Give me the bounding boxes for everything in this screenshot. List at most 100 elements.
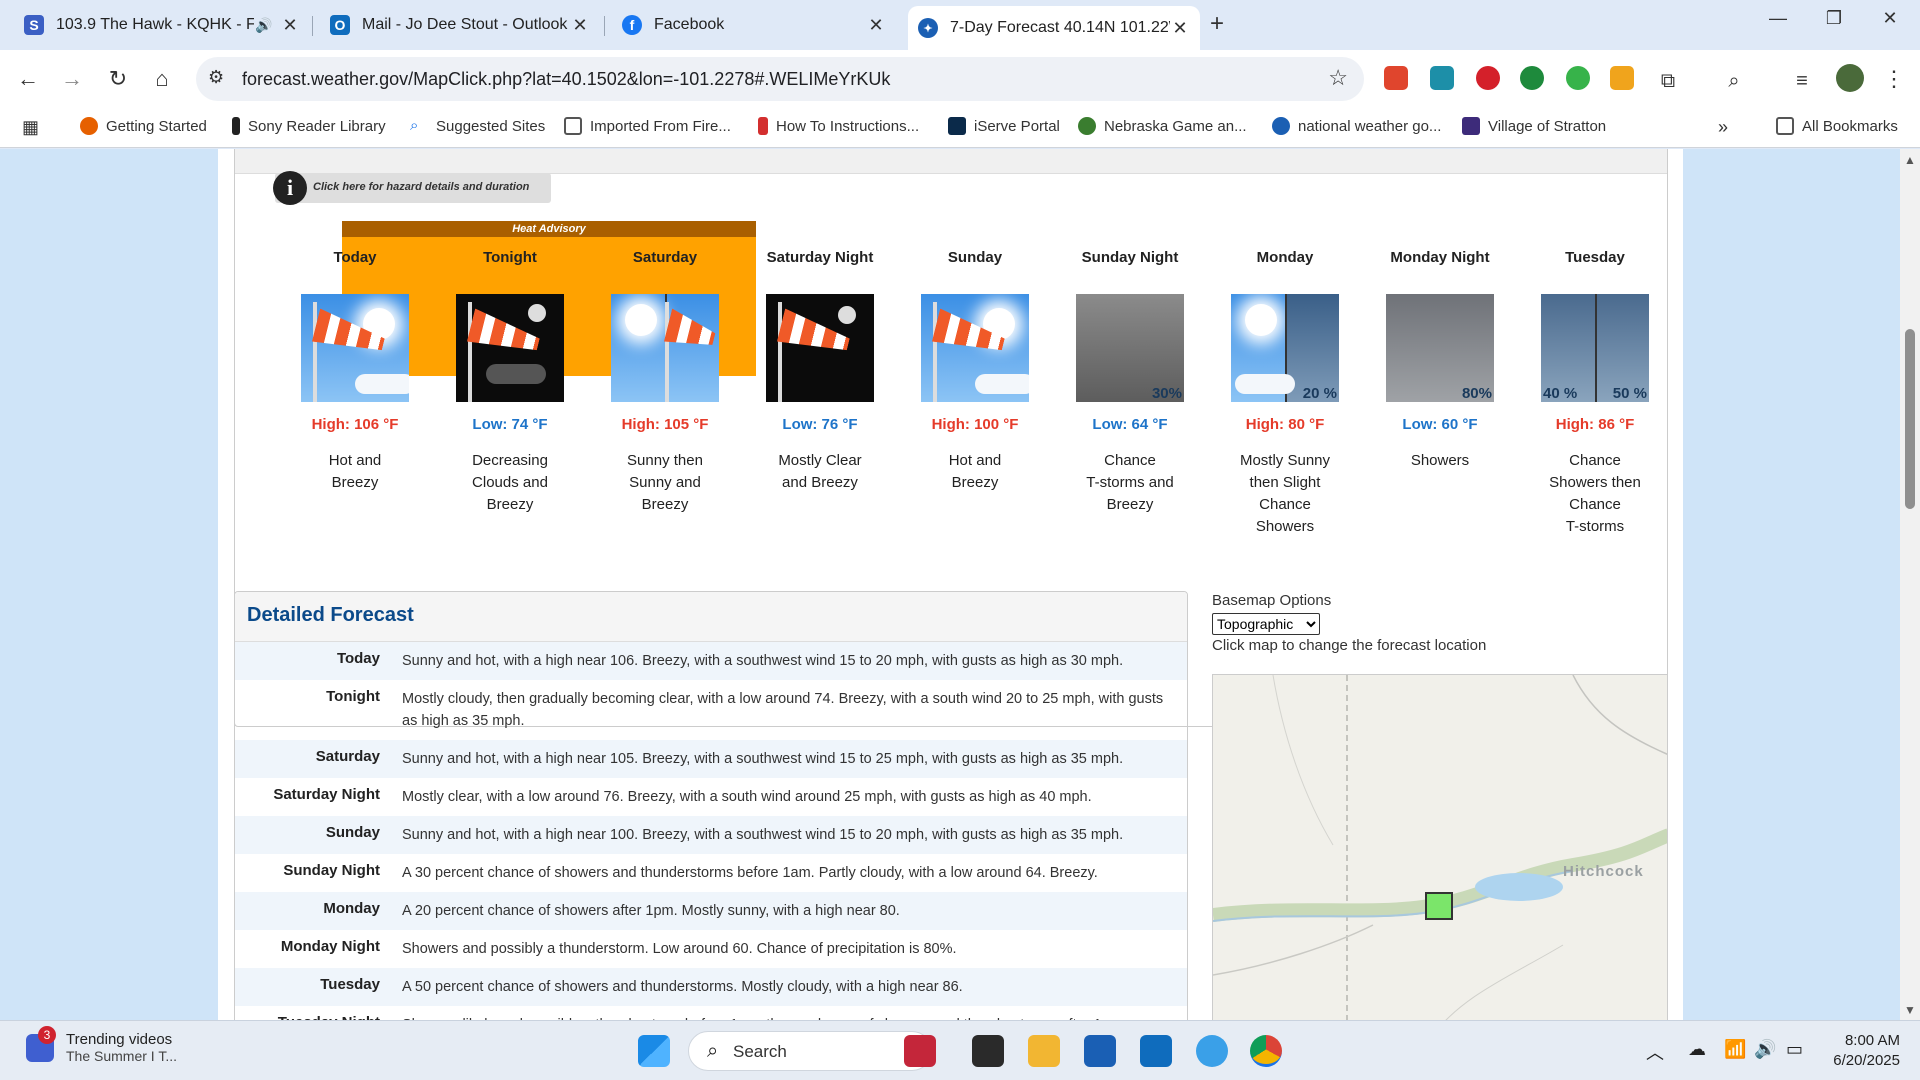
back-icon[interactable]: ← xyxy=(10,62,46,96)
scroll-down-icon[interactable]: ▼ xyxy=(1904,1003,1916,1017)
hot-breezy-icon xyxy=(921,294,1029,402)
close-window-icon[interactable]: ✕ xyxy=(1870,8,1910,29)
forecast-period[interactable]: Saturday Night Low: 76 °F Mostly Clear an… xyxy=(750,248,890,494)
close-tab-icon[interactable]: ✕ xyxy=(1170,18,1190,39)
extension-icon[interactable] xyxy=(1566,66,1590,90)
apps-grid-icon[interactable]: ▦ xyxy=(22,117,39,138)
period-temperature: High: 105 °F xyxy=(621,416,709,433)
bookmark-item[interactable]: Village of Stratton xyxy=(1462,117,1606,135)
forecast-period[interactable]: Sunday Night 30% Low: 64 °F Chance T-stor… xyxy=(1060,248,1200,516)
close-tab-icon[interactable]: ✕ xyxy=(280,15,300,36)
showers-icon: 80% xyxy=(1386,294,1494,402)
clock-date: 6/20/2025 xyxy=(1833,1052,1900,1069)
task-view-icon[interactable] xyxy=(972,1035,1004,1067)
tab-facebook[interactable]: f Facebook ✕ xyxy=(612,6,896,44)
forecast-period[interactable]: Monday Night 80% Low: 60 °F Showers xyxy=(1370,248,1510,472)
forecast-period[interactable]: Monday 20 % High: 80 °F Mostly Sunny then… xyxy=(1215,248,1355,538)
bookmark-label: Suggested Sites xyxy=(436,117,546,135)
store-icon[interactable] xyxy=(1084,1035,1116,1067)
new-tab-icon[interactable]: + xyxy=(1210,10,1224,38)
widget-badge: 3 xyxy=(38,1025,56,1044)
forecast-period[interactable]: Sunday High: 100 °F Hot and Breezy xyxy=(905,248,1045,494)
tab-radio-station[interactable]: S 103.9 The Hawk - KQHK - Fi 🔊 ✕ xyxy=(14,6,310,44)
address-bar[interactable]: ⚙ forecast.weather.gov/MapClick.php?lat=… xyxy=(196,57,1364,101)
restore-icon[interactable]: ❐ xyxy=(1814,8,1854,29)
more-bookmarks-icon[interactable]: » xyxy=(1718,117,1728,138)
profile-avatar[interactable] xyxy=(1836,64,1864,92)
reader-icon xyxy=(232,117,240,135)
bookmark-label: Sony Reader Library xyxy=(248,117,386,135)
bookmark-item[interactable]: How To Instructions... xyxy=(758,117,919,135)
forecast-location-marker[interactable] xyxy=(1425,892,1453,920)
volume-icon[interactable]: 🔊 xyxy=(1754,1039,1776,1060)
bookmark-item[interactable]: Imported From Fire... xyxy=(564,117,731,135)
period-temperature: High: 80 °F xyxy=(1245,416,1325,433)
windows-taskbar: 3 Trending videos The Summer I T... ⌕ Se… xyxy=(0,1020,1920,1080)
close-tab-icon[interactable]: ✕ xyxy=(866,15,886,36)
page-scrollbar[interactable]: ▲ ▼ xyxy=(1900,149,1920,1020)
forecast-period[interactable]: Saturday High: 105 °F Sunny then Sunny an… xyxy=(595,248,735,516)
forecast-period[interactable]: Today High: 106 °F Hot and Breezy xyxy=(285,248,425,494)
reload-icon[interactable]: ↻ xyxy=(100,62,136,96)
home-icon[interactable]: ⌂ xyxy=(144,62,180,96)
extension-icon[interactable] xyxy=(1476,66,1500,90)
period-temperature: Low: 60 °F xyxy=(1402,416,1478,433)
bookmark-item[interactable]: ⌕ Suggested Sites xyxy=(410,117,545,135)
forecast-page: i Click here for hazard details and dura… xyxy=(218,149,1683,1020)
taskbar-search[interactable]: ⌕ Search xyxy=(688,1031,932,1071)
extension-icon[interactable] xyxy=(1520,66,1544,90)
url-text[interactable]: forecast.weather.gov/MapClick.php?lat=40… xyxy=(242,69,890,90)
menu-kebab-icon[interactable]: ⋮ xyxy=(1876,62,1912,96)
scrollbar-thumb[interactable] xyxy=(1905,329,1915,509)
basemap-select[interactable]: Topographic xyxy=(1212,613,1320,635)
period-temperature: High: 86 °F xyxy=(1555,416,1635,433)
puzzle-extensions-icon[interactable]: ⧉ xyxy=(1650,64,1686,98)
forward-icon[interactable]: → xyxy=(54,62,90,96)
extension-icon[interactable] xyxy=(1430,66,1454,90)
wifi-icon[interactable]: 📶 xyxy=(1724,1039,1746,1060)
extension-icon[interactable] xyxy=(1384,66,1408,90)
onedrive-icon[interactable]: ☁ xyxy=(1688,1039,1706,1060)
tab-weather-forecast[interactable]: ✦ 7-Day Forecast 40.14N 101.22W ✕ xyxy=(908,6,1200,50)
close-tab-icon[interactable]: ✕ xyxy=(570,15,590,36)
period-description: Chance T-storms and Breezy xyxy=(1086,452,1174,513)
media-control-icon[interactable]: ≡ xyxy=(1784,64,1820,98)
forecast-period[interactable]: Tonight Low: 74 °F Decreasing Clouds and B… xyxy=(440,248,580,516)
scroll-up-icon[interactable]: ▲ xyxy=(1904,153,1916,167)
detailed-period-text: Sunny and hot, with a high near 105. Bre… xyxy=(402,751,1124,767)
minimize-icon[interactable]: — xyxy=(1758,8,1798,29)
extension-icon[interactable] xyxy=(1610,66,1634,90)
site-info-icon[interactable]: ⚙ xyxy=(208,67,224,88)
chrome-icon[interactable] xyxy=(1250,1035,1282,1067)
detailed-period-label: Today xyxy=(336,650,380,667)
help-icon[interactable] xyxy=(1196,1035,1228,1067)
bookmark-item[interactable]: Getting Started xyxy=(80,117,207,135)
period-description: Sunny then Sunny and Breezy xyxy=(627,452,703,513)
detailed-forecast-row: Monday A 20 percent chance of showers aft… xyxy=(235,892,1187,930)
trending-widget[interactable]: 3 Trending videos The Summer I T... xyxy=(26,1025,177,1064)
flag-app-icon[interactable] xyxy=(904,1035,936,1067)
basemap-label: Basemap Options xyxy=(1212,592,1332,609)
system-clock[interactable]: 8:00 AM 6/20/2025 xyxy=(1820,1031,1900,1071)
station-favicon-icon: S xyxy=(24,15,44,35)
speaker-icon[interactable]: 🔊 xyxy=(254,17,274,34)
windows-start-icon[interactable] xyxy=(638,1035,670,1067)
bookmark-item[interactable]: Nebraska Game an... xyxy=(1078,117,1247,135)
forecast-period[interactable]: Tuesday 40 % 50 % High: 86 °F Chance Show… xyxy=(1525,248,1665,538)
bookmark-item[interactable]: iServe Portal xyxy=(948,117,1060,135)
bookmark-star-icon[interactable]: ☆ xyxy=(1328,65,1348,91)
hp-app-icon[interactable] xyxy=(1140,1035,1172,1067)
all-bookmarks[interactable]: All Bookmarks xyxy=(1776,117,1898,135)
tab-search-icon[interactable]: ⌕ xyxy=(1716,64,1752,98)
file-explorer-icon[interactable] xyxy=(1028,1035,1060,1067)
period-description: Mostly Clear and Breezy xyxy=(778,452,862,491)
chevron-up-icon[interactable]: ︿ xyxy=(1646,1039,1664,1065)
hazard-details-button[interactable]: i Click here for hazard details and dura… xyxy=(273,171,551,205)
tab-outlook-mail[interactable]: O Mail - Jo Dee Stout - Outlook ✕ xyxy=(320,6,600,44)
battery-icon[interactable]: ▭ xyxy=(1786,1039,1803,1060)
tstorm-icon: 30% xyxy=(1076,294,1184,402)
bookmark-item[interactable]: Sony Reader Library xyxy=(232,117,386,135)
bookmark-item[interactable]: national weather go... xyxy=(1272,117,1441,135)
forecast-location-map[interactable]: Hitchcock xyxy=(1212,674,1668,1020)
folder-icon xyxy=(1776,117,1794,135)
